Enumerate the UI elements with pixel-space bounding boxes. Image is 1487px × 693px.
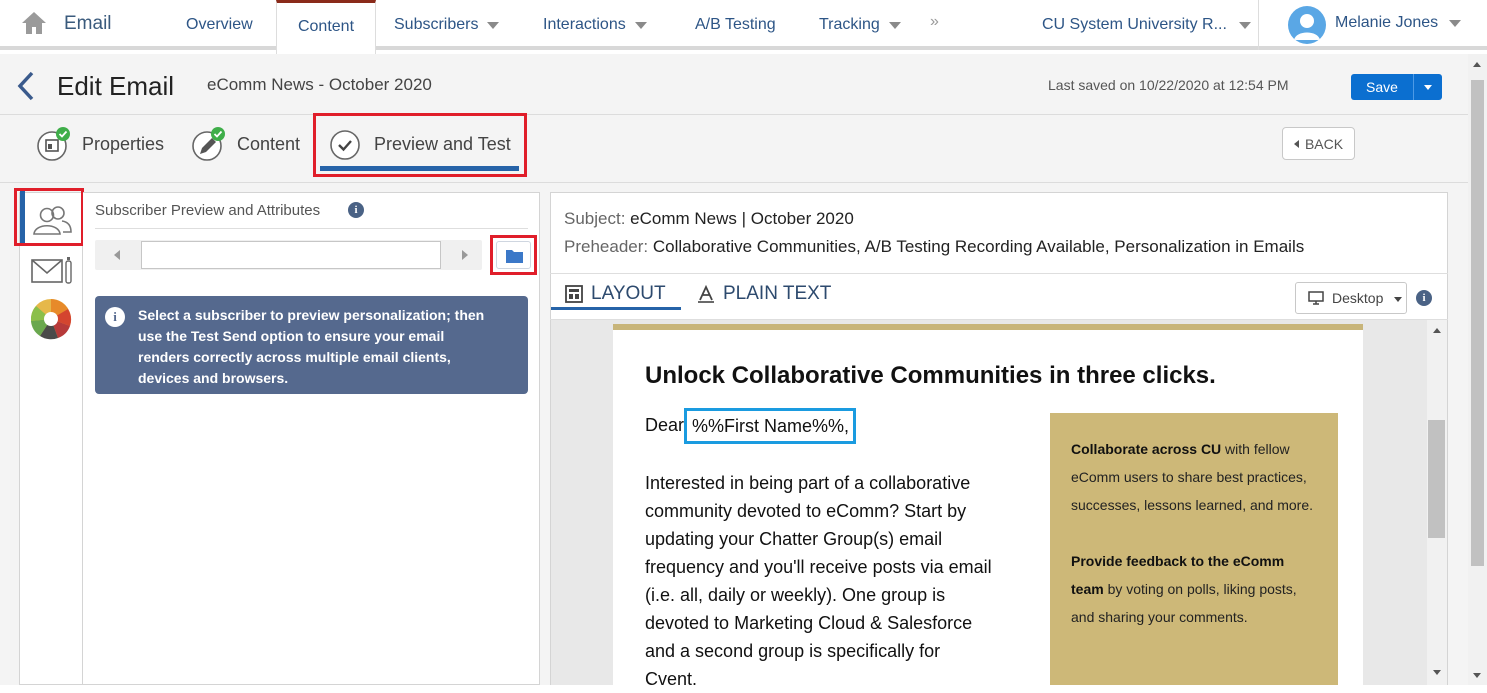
color-wheel-icon[interactable]	[30, 298, 72, 340]
chevron-down-icon	[1424, 85, 1432, 90]
tab-subscribers[interactable]: Subscribers	[394, 0, 500, 50]
global-nav: Email Overview Content Subscribers Inter…	[0, 0, 1487, 54]
scroll-down-icon[interactable]	[1473, 673, 1481, 678]
chevron-down-icon	[1238, 21, 1251, 29]
panel-title: Subscriber Preview and Attributes	[95, 202, 321, 219]
chevron-left-icon[interactable]	[14, 70, 38, 102]
chevron-down-icon	[888, 21, 901, 29]
email-heading: Unlock Collaborative Communities in thre…	[645, 362, 1216, 389]
active-tool-indicator	[20, 191, 25, 243]
chevron-left-icon	[1293, 139, 1299, 148]
chevron-down-icon	[487, 21, 500, 29]
preheader-line: Preheader: Collaborative Communities, A/…	[564, 237, 1305, 256]
nav-more-button[interactable]: »	[930, 13, 939, 31]
info-message: i Select a subscriber to preview persona…	[95, 296, 528, 394]
desktop-icon	[1308, 291, 1324, 305]
scrollbar-thumb[interactable]	[1471, 80, 1484, 566]
merge-field-highlight: %%First Name%%,	[684, 408, 856, 444]
scroll-up-icon[interactable]	[1433, 328, 1441, 333]
tab-overview[interactable]: Overview	[186, 0, 253, 50]
save-options-button[interactable]	[1413, 74, 1442, 100]
previous-subscriber-icon[interactable]	[114, 250, 120, 260]
tab-interactions[interactable]: Interactions	[543, 0, 647, 50]
email-test-icon[interactable]	[30, 255, 74, 287]
subscriber-input[interactable]	[141, 241, 441, 269]
user-icon	[1294, 14, 1320, 40]
page-scrollbar[interactable]	[1468, 54, 1487, 685]
scrollbar-thumb[interactable]	[1428, 420, 1445, 538]
tool-rail	[19, 192, 83, 685]
divider	[0, 182, 1468, 183]
email-name: eComm News - October 2020	[207, 75, 432, 94]
tab-ab-testing[interactable]: A/B Testing	[695, 0, 776, 50]
user-name[interactable]: Melanie Jones	[1335, 14, 1438, 32]
scroll-down-icon[interactable]	[1433, 670, 1441, 675]
folder-icon	[506, 250, 523, 263]
pencil-icon	[192, 127, 225, 161]
device-select[interactable]: Desktop	[1295, 282, 1407, 314]
last-saved-text: Last saved on 10/22/2020 at 12:54 PM	[1048, 77, 1289, 93]
salutation: Dear	[645, 415, 685, 435]
tab-tracking[interactable]: Tracking	[819, 0, 901, 50]
page-title: Edit Email	[57, 71, 175, 101]
layout-icon	[565, 285, 583, 303]
scroll-up-icon[interactable]	[1473, 62, 1481, 67]
tab-plain-text[interactable]: PLAIN TEXT	[697, 279, 831, 309]
properties-icon	[37, 127, 70, 161]
info-icon[interactable]: i	[348, 202, 364, 218]
info-icon: i	[105, 307, 125, 327]
step-content[interactable]: Content	[191, 124, 300, 164]
chevron-down-icon[interactable]	[1449, 20, 1461, 27]
info-icon[interactable]: i	[1416, 290, 1432, 306]
subject-line: Subject: eComm News | October 2020	[564, 209, 854, 228]
text-icon	[698, 285, 714, 303]
next-subscriber-icon[interactable]	[462, 250, 468, 260]
avatar[interactable]	[1288, 6, 1326, 44]
divider	[550, 273, 1448, 274]
chevron-down-icon	[1394, 297, 1402, 302]
callout-item: Provide feedback to the eComm team by vo…	[1071, 553, 1297, 625]
active-tab-indicator	[551, 307, 681, 310]
divider	[0, 114, 1468, 115]
divider	[1258, 0, 1259, 50]
step-properties[interactable]: Properties	[36, 124, 164, 164]
divider	[95, 228, 528, 229]
email-paragraph: Interested in being part of a collaborat…	[645, 473, 992, 689]
app-name[interactable]: Email	[64, 13, 112, 35]
tab-layout[interactable]: LAYOUT	[565, 279, 666, 309]
back-button[interactable]: BACK	[1282, 127, 1355, 160]
business-unit-select[interactable]: CU System University R...	[1042, 0, 1251, 50]
preview-scrollbar[interactable]	[1427, 320, 1447, 685]
browse-subscribers-button[interactable]	[496, 241, 531, 269]
tab-content[interactable]: Content	[276, 0, 376, 54]
chevron-down-icon	[634, 21, 647, 29]
home-icon[interactable]	[20, 10, 48, 36]
callout-item: Collaborate across CU with fellow eComm …	[1071, 441, 1314, 513]
save-button[interactable]: Save	[1351, 74, 1413, 100]
sidebar-callout: Collaborate across CU with fellow eComm …	[1050, 413, 1338, 685]
active-step-indicator	[320, 166, 519, 171]
